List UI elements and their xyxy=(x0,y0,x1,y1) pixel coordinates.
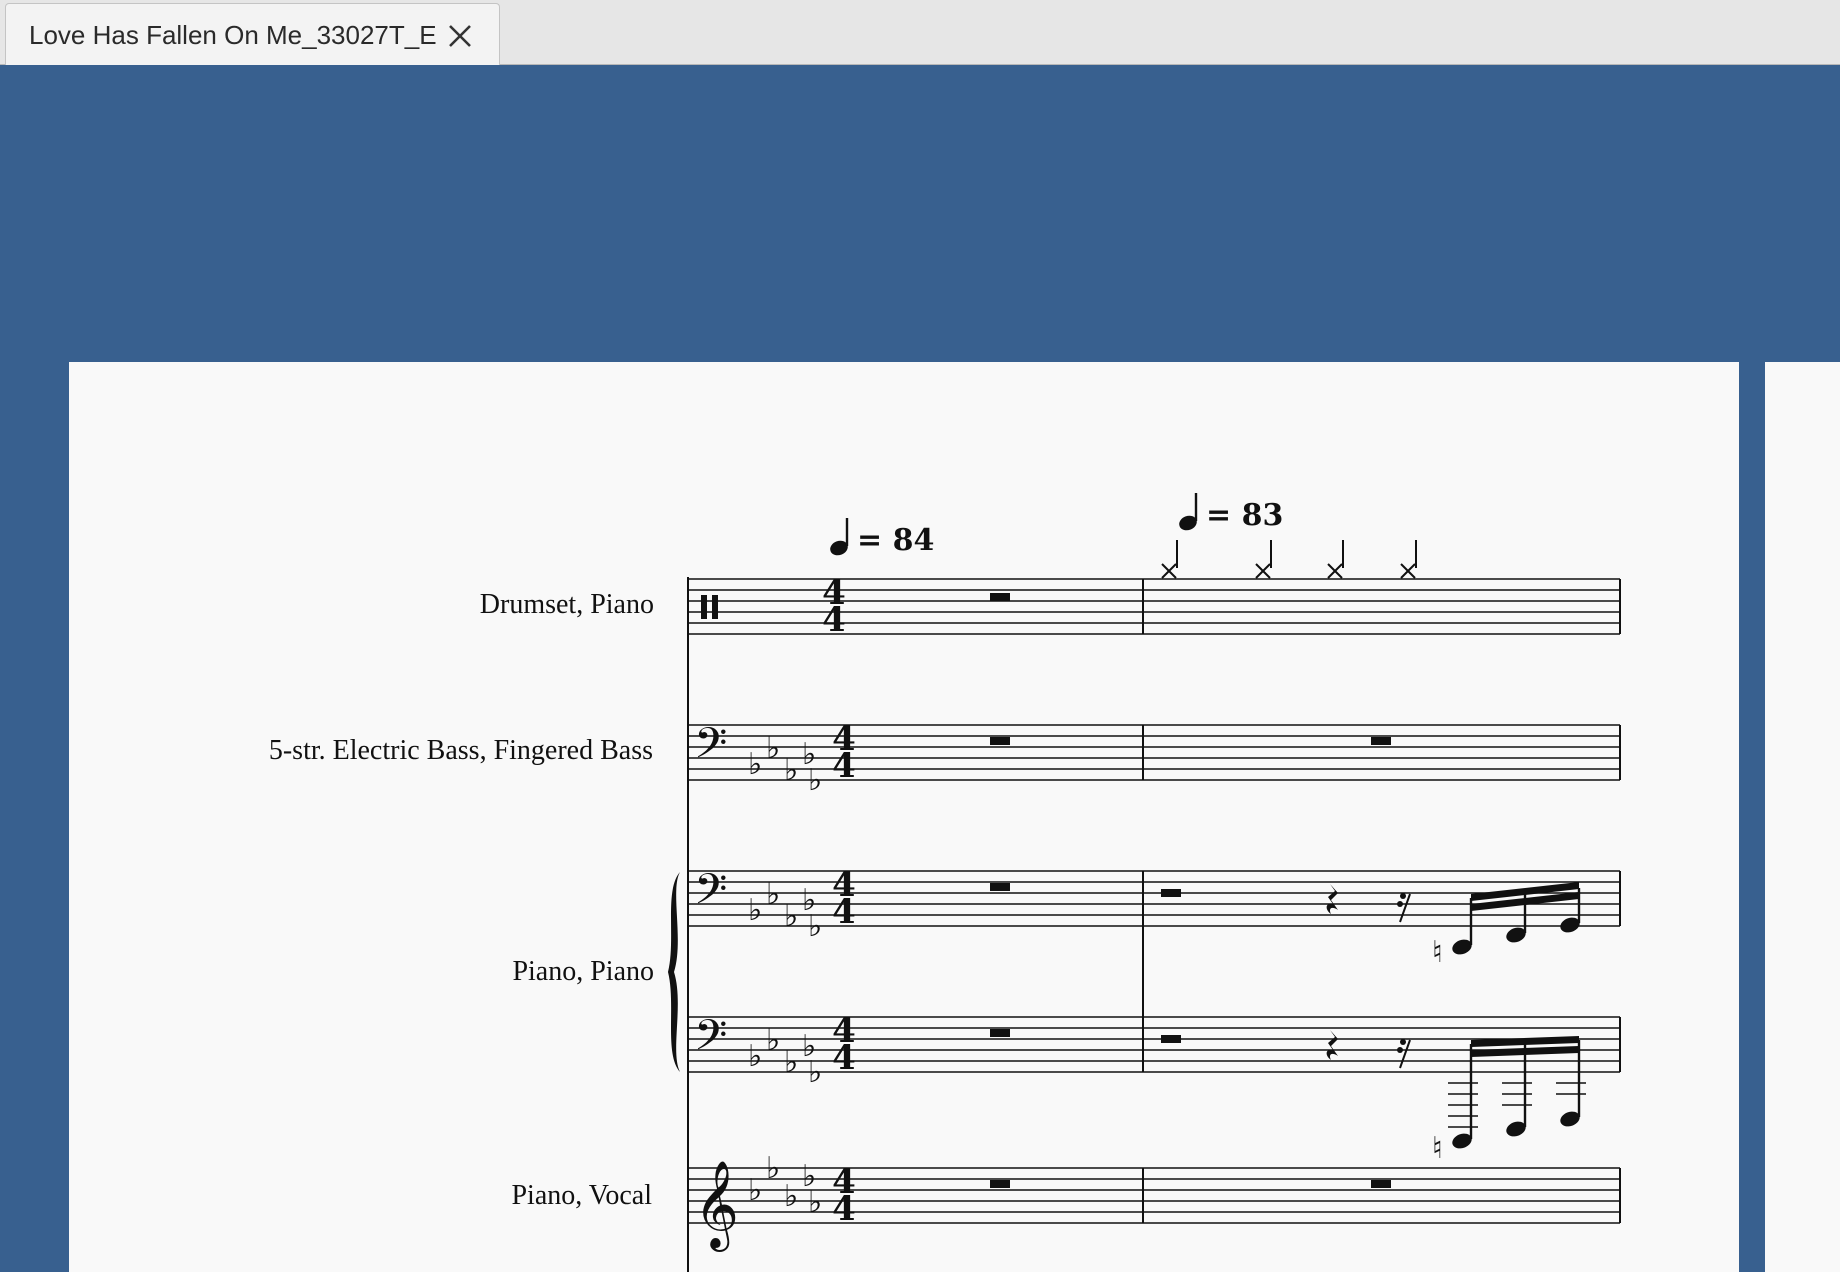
whole-rest-icon xyxy=(990,737,1010,745)
svg-text:♭: ♭ xyxy=(766,877,780,912)
time-signature-bottom: 4 xyxy=(832,1189,856,1229)
whole-rest-icon xyxy=(990,883,1010,891)
svg-text:♭: ♭ xyxy=(784,753,798,788)
quarter-rest-icon xyxy=(1326,884,1338,914)
half-rest-icon xyxy=(1161,1035,1181,1043)
whole-rest-icon xyxy=(1371,737,1391,745)
half-rest-icon xyxy=(1161,889,1181,897)
instrument-label-vocal: Piano, Vocal xyxy=(511,1180,652,1211)
quarter-note-icon xyxy=(1179,493,1198,531)
bass-clef-icon: 𝄢 xyxy=(694,865,727,925)
time-signature-bottom: 4 xyxy=(832,746,856,786)
staff-bass[interactable] xyxy=(688,724,1620,781)
staff-vocal[interactable] xyxy=(688,1167,1620,1224)
whole-rest-icon xyxy=(1371,1180,1391,1188)
svg-text:♭: ♭ xyxy=(784,899,798,934)
tempo-text-2: = 83 xyxy=(1206,498,1283,533)
svg-text:♮: ♮ xyxy=(1432,1131,1443,1166)
key-signature-flats: ♭ ♭ ♭ ♭ ♭ xyxy=(748,877,822,944)
instrument-label-bass: 5-str. Electric Bass, Fingered Bass xyxy=(269,735,653,766)
sixteenth-rest-icon xyxy=(1397,893,1411,923)
time-signature-bottom: 4 xyxy=(832,892,856,932)
whole-rest-icon xyxy=(990,1180,1010,1188)
svg-text:♭: ♭ xyxy=(784,1045,798,1080)
whole-rest-icon xyxy=(990,593,1010,601)
svg-text:♭: ♭ xyxy=(766,731,780,766)
score-sheet: Drumset, Piano 5-str. Electric Bass, Fin… xyxy=(269,493,1621,1272)
treble-clef-icon: 𝄞 xyxy=(694,1159,739,1252)
instrument-label-drumset: Drumset, Piano xyxy=(480,589,654,620)
tempo-marking-1[interactable]: = 84 xyxy=(828,518,934,558)
svg-text:♭: ♭ xyxy=(808,763,822,798)
sixteenth-rest-icon xyxy=(1397,1039,1411,1069)
tempo-text-1: = 84 xyxy=(857,523,934,558)
cross-notehead-group xyxy=(1161,540,1417,579)
svg-text:♭: ♭ xyxy=(784,1179,798,1214)
quarter-note-icon xyxy=(830,518,849,556)
svg-text:♭: ♭ xyxy=(766,1151,780,1186)
key-signature-flats: ♭ ♭ ♭ ♭ ♭ xyxy=(748,1023,822,1090)
time-signature-bottom: 4 xyxy=(832,1038,856,1078)
svg-text:♭: ♭ xyxy=(748,1039,762,1074)
key-signature-flats: ♭ ♭ ♭ ♭ ♭ xyxy=(748,1151,822,1220)
svg-text:♭: ♭ xyxy=(808,1055,822,1090)
svg-text:♮: ♮ xyxy=(1432,935,1443,970)
svg-text:♭: ♭ xyxy=(748,893,762,928)
svg-text:♭: ♭ xyxy=(808,1185,822,1220)
svg-text:♭: ♭ xyxy=(748,747,762,782)
sixteenth-note-group-ledger: ♮ xyxy=(1432,1036,1586,1166)
bass-clef-icon: 𝄢 xyxy=(694,1011,727,1071)
time-signature-bottom: 4 xyxy=(822,600,846,640)
instrument-label-piano: Piano, Piano xyxy=(512,956,654,987)
brace-icon xyxy=(668,872,680,1072)
svg-text:♭: ♭ xyxy=(808,909,822,944)
svg-text:♭: ♭ xyxy=(748,1173,762,1208)
tempo-marking-2[interactable]: = 83 xyxy=(1177,493,1283,533)
percussion-clef-icon xyxy=(701,595,718,619)
key-signature-flats: ♭ ♭ ♭ ♭ ♭ xyxy=(748,731,822,798)
whole-rest-icon xyxy=(990,1029,1010,1037)
quarter-rest-icon xyxy=(1326,1030,1338,1060)
svg-text:♭: ♭ xyxy=(766,1023,780,1058)
bass-clef-icon: 𝄢 xyxy=(694,719,727,779)
